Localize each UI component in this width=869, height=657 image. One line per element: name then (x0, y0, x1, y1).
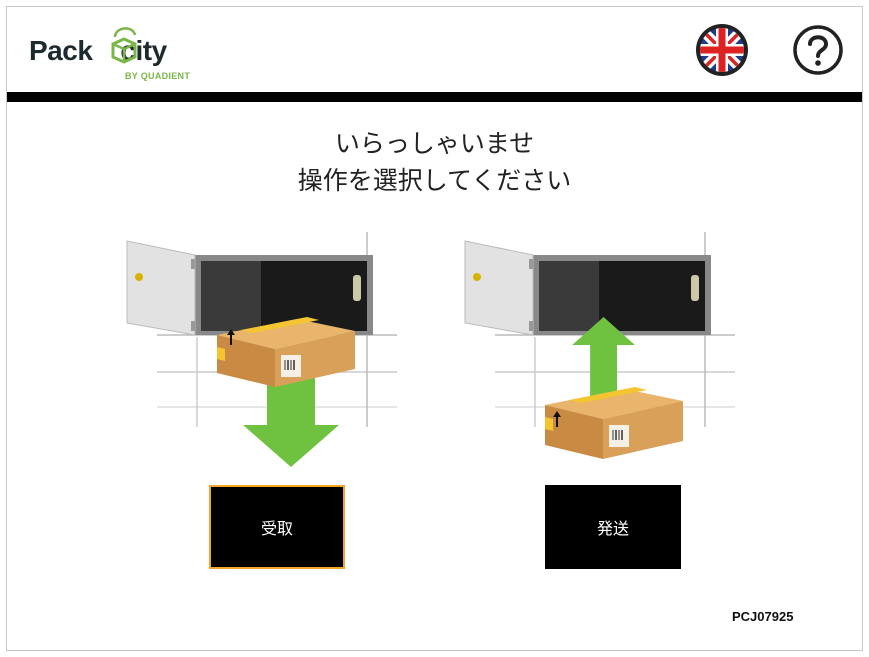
send-illustration (455, 227, 745, 477)
welcome-text: いらっしゃいませ (334, 129, 535, 158)
cube-logo-icon (111, 27, 137, 64)
receive-button-label: 受取 (260, 519, 293, 538)
language-button[interactable] (695, 23, 749, 77)
locker-send-icon (464, 232, 735, 459)
send-button[interactable]: 発送 (545, 485, 681, 569)
page-title: いらっしゃいませ 操作を選択してください (7, 125, 862, 199)
receive-button[interactable]: 受取 (209, 485, 345, 569)
uk-flag-icon (696, 24, 748, 76)
instruction-text: 操作を選択してください (297, 166, 572, 195)
help-button[interactable] (791, 23, 845, 77)
receive-illustration (117, 227, 407, 477)
logo-tagline: BY QUADIENT (125, 71, 191, 81)
question-mark-icon (793, 25, 843, 75)
kiosk-screen: Pack city BY QUADIENT いらっしゃいませ 操作を選択してくだ… (6, 6, 863, 651)
header-divider (7, 92, 862, 102)
header: Pack city BY QUADIENT (7, 7, 862, 92)
terminal-id: PCJ07925 (732, 609, 794, 624)
send-button-label: 発送 (596, 519, 629, 538)
logo-wordmark: Pack city (29, 35, 167, 67)
logo-word-left: Pack (29, 35, 93, 66)
locker-receive-icon (126, 232, 397, 467)
packcity-logo: Pack city BY QUADIENT (29, 21, 219, 81)
